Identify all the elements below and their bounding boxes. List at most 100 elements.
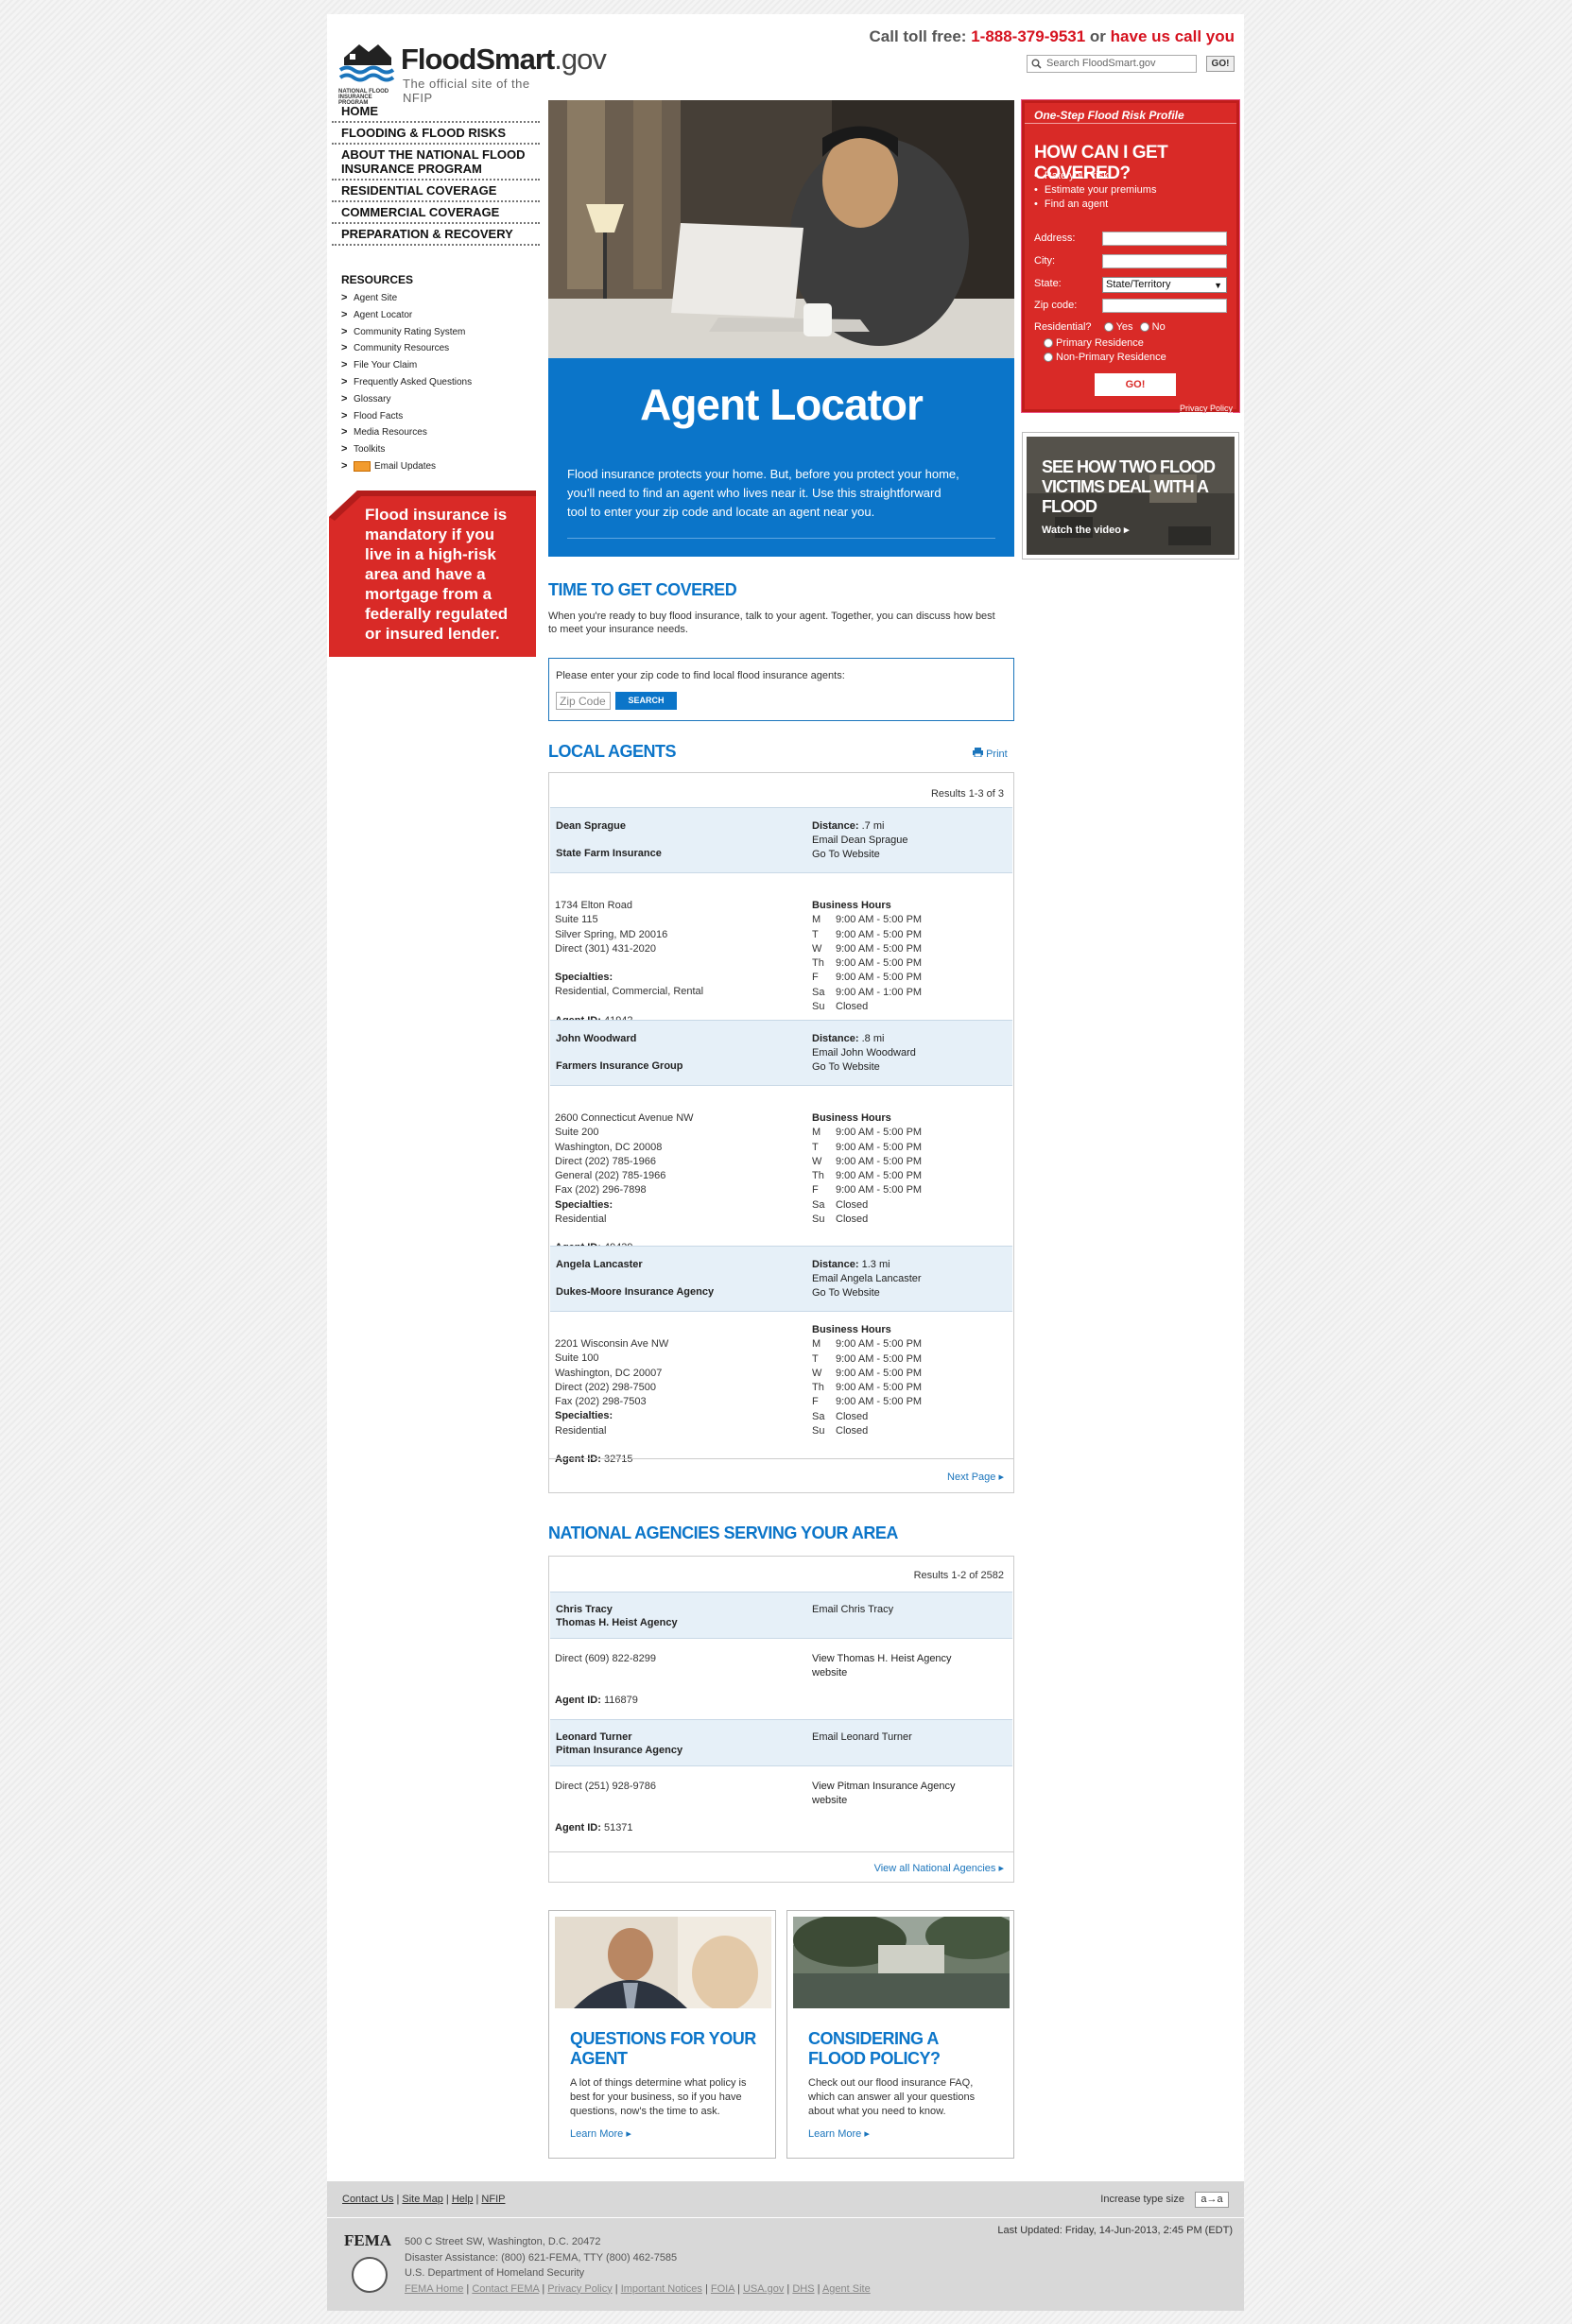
agent-company: Dukes-Moore Insurance Agency [556, 1286, 715, 1298]
page-title: Agent Locator [640, 380, 924, 429]
hero-image [548, 100, 1014, 358]
search-go-button[interactable]: GO! [1206, 56, 1235, 72]
main-nav: HOME FLOODING & FLOOD RISKS ABOUT THE NA… [332, 101, 540, 246]
agent-name: John Woodward [556, 1033, 637, 1044]
mandatory-notice: Flood insurance is mandatory if you live… [329, 491, 536, 657]
yes-radio[interactable]: Yes [1103, 321, 1133, 333]
city-field[interactable] [1102, 254, 1227, 268]
email-agent-link[interactable]: Email Angela Lancaster [812, 1273, 922, 1284]
have-us-call-you-link[interactable]: have us call you [1111, 27, 1235, 45]
agent-site-link[interactable]: Agent Site [822, 2283, 871, 2295]
dhs-link[interactable]: DHS [792, 2283, 814, 2295]
nav-about-nfip[interactable]: ABOUT THE NATIONAL FLOOD INSURANCE PROGR… [332, 145, 540, 181]
zip-field[interactable] [1102, 299, 1227, 313]
promo-photo [793, 1917, 1010, 2008]
learn-more-link[interactable]: Learn More ▸ [808, 2127, 870, 2140]
floodsmart-logo[interactable]: FloodSmart.gov The official site of the … [338, 35, 607, 106]
resource-flood-facts[interactable]: > Flood Facts [332, 408, 540, 425]
nav-commercial-coverage[interactable]: COMMERCIAL COVERAGE [332, 202, 540, 224]
nav-residential-coverage[interactable]: RESIDENTIAL COVERAGE [332, 181, 540, 202]
video-promo[interactable]: SEE HOW TWO FLOOD VICTIMS DEAL WITH A FL… [1022, 432, 1239, 559]
nav-flooding-risks[interactable]: FLOODING & FLOOD RISKS [332, 123, 540, 145]
email-agent-link[interactable]: Email John Woodward [812, 1047, 916, 1059]
agent-website-link[interactable]: Go To Website [812, 849, 880, 860]
footer-address-block: 500 C Street SW, Washington, D.C. 20472 … [405, 2234, 871, 2297]
resource-community-rating[interactable]: > Community Rating System [332, 324, 540, 341]
divider [549, 1851, 1013, 1852]
agency-website-link[interactable]: View Pitman Insurance Agency website [812, 1780, 982, 1808]
footer-help-link[interactable]: Help [452, 2194, 474, 2205]
search-input[interactable]: Search FloodSmart.gov [1027, 55, 1197, 73]
next-page-link[interactable]: Next Page ▸ [947, 1471, 1004, 1483]
email-agent-link[interactable]: Email Chris Tracy [812, 1604, 893, 1615]
agent-website-link[interactable]: Go To Website [812, 1061, 880, 1073]
resource-email-updates[interactable]: > Email Updates [332, 458, 540, 475]
agency-website-link[interactable]: View Thomas H. Heist Agency website [812, 1652, 982, 1680]
email-agent-link[interactable]: Email Leonard Turner [812, 1731, 912, 1743]
watch-video-link[interactable]: Watch the video ▸ [1042, 524, 1130, 536]
resource-toolkits[interactable]: > Toolkits [332, 441, 540, 458]
resource-media[interactable]: > Media Resources [332, 424, 540, 441]
increase-type-button[interactable]: a→a [1195, 2192, 1229, 2208]
address-field[interactable] [1102, 232, 1227, 246]
learn-more-link[interactable]: Learn More ▸ [570, 2127, 631, 2140]
view-all-national-link[interactable]: View all National Agencies ▸ [874, 1862, 1004, 1874]
no-radio[interactable]: No [1139, 321, 1166, 333]
resource-community-resources[interactable]: > Community Resources [332, 340, 540, 357]
agent-name: Leonard Turner [556, 1731, 632, 1743]
footer-nfip-link[interactable]: NFIP [481, 2194, 505, 2205]
call-toll-free: Call toll free: 1-888-379-9531 or have u… [870, 27, 1235, 46]
flood-video-thumbnail: SEE HOW TWO FLOOD VICTIMS DEAL WITH A FL… [1027, 437, 1235, 555]
print-link[interactable]: Print [973, 748, 1008, 760]
banner-divider [567, 538, 995, 539]
resources-list: RESOURCES > Agent Site > Agent Locator > Co… [332, 273, 540, 475]
man-at-laptop-photo [548, 100, 1014, 358]
state-select[interactable]: State/Territory ▼ [1102, 277, 1227, 293]
fema-address: 500 C Street SW, Washington, D.C. 20472 [405, 2236, 601, 2247]
usa-gov-link[interactable]: USA.gov [743, 2283, 784, 2295]
zip-code-input[interactable]: Zip Code [556, 692, 611, 710]
site-search: Search FloodSmart.gov GO! [1027, 55, 1235, 74]
flooded-house-photo [793, 1917, 1010, 2008]
resource-file-claim[interactable]: > File Your Claim [332, 357, 540, 374]
non-primary-residence-radio[interactable]: Non-Primary Residence [1044, 352, 1166, 363]
nav-home[interactable]: HOME [332, 101, 540, 123]
fema-home-link[interactable]: FEMA Home [405, 2283, 463, 2295]
nav-preparation-recovery[interactable]: PREPARATION & RECOVERY [332, 224, 540, 246]
footer-site-map-link[interactable]: Site Map [402, 2194, 442, 2205]
footer-divider [327, 2217, 1244, 2218]
privacy-policy-footer-link[interactable]: Privacy Policy [547, 2283, 612, 2295]
resource-agent-site[interactable]: > Agent Site [332, 290, 540, 307]
search-icon [1031, 59, 1042, 69]
resource-agent-locator[interactable]: > Agent Locator [332, 307, 540, 324]
promo-title: CONSIDERING A FLOOD POLICY? [808, 2029, 941, 2068]
agent-distance: Distance: .7 mi [812, 820, 885, 832]
widget-go-button[interactable]: GO! [1095, 373, 1176, 396]
increase-type-size: Increase type size a→a [1100, 2192, 1229, 2208]
state-label: State: [1034, 278, 1062, 289]
contact-fema-link[interactable]: Contact FEMA [472, 2283, 539, 2295]
promo-title: QUESTIONS FOR YOUR AGENT [570, 2029, 756, 2068]
email-agent-link[interactable]: Email Dean Sprague [812, 835, 908, 846]
zip-prompt: Please enter your zip code to find local… [556, 670, 845, 681]
zip-search-button[interactable]: SEARCH [615, 692, 677, 710]
printer-icon [973, 748, 983, 758]
agent-address: 2600 Connecticut Avenue NW Suite 200 Was… [555, 1112, 694, 1253]
resources-title: RESOURCES [341, 273, 414, 286]
agent-card-header [550, 807, 1012, 873]
primary-residence-radio[interactable]: Primary Residence [1044, 337, 1144, 349]
disaster-assistance: Disaster Assistance: (800) 621-FEMA, TTY… [405, 2251, 678, 2264]
address-label: Address: [1034, 232, 1076, 244]
resource-faq[interactable]: > Frequently Asked Questions [332, 374, 540, 391]
agency-name: Pitman Insurance Agency [556, 1745, 683, 1756]
agent-phone: Direct (609) 822-8299 [555, 1653, 657, 1664]
foia-link[interactable]: FOIA [711, 2283, 734, 2295]
agent-website-link[interactable]: Go To Website [812, 1287, 880, 1299]
footer-contact-us-link[interactable]: Contact Us [342, 2194, 393, 2205]
resource-glossary[interactable]: > Glossary [332, 391, 540, 408]
important-notices-link[interactable]: Important Notices [621, 2283, 702, 2295]
flood-risk-profile-widget: One-Step Flood Risk Profile HOW CAN I GE… [1022, 100, 1239, 413]
privacy-policy-link[interactable]: Privacy Policy [1180, 404, 1233, 413]
zip-search-box: Please enter your zip code to find local… [548, 658, 1014, 721]
agent-locator-banner: Agent Locator Flood insurance protects y… [548, 358, 1014, 557]
